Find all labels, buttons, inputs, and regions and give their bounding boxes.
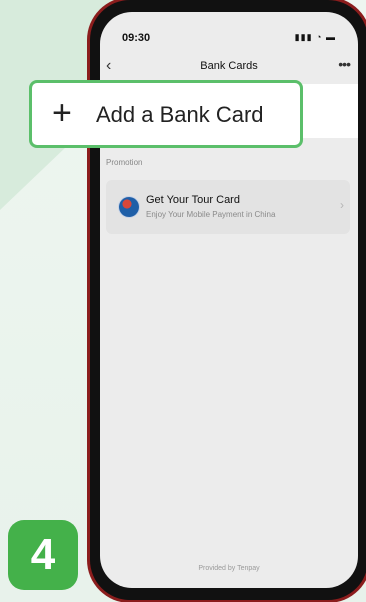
step-badge: 4 — [8, 520, 78, 590]
navigation-bar: ‹ Bank Cards ••• — [100, 56, 358, 78]
step-number: 4 — [30, 530, 56, 579]
wifi-icon: ◔ — [316, 32, 323, 42]
battery-icon: ▬ — [326, 32, 336, 42]
tour-card-icon — [119, 197, 139, 217]
status-time: 09:30 — [122, 32, 151, 44]
status-icons: ▮▮▮ ◔ ▬ — [295, 32, 336, 43]
promo-subtitle: Enjoy Your Mobile Payment in China — [146, 210, 276, 219]
promo-title: Get Your Tour Card — [146, 194, 240, 206]
signal-icon: ▮▮▮ — [294, 32, 313, 42]
page-title: Bank Cards — [200, 60, 258, 72]
tour-card-promo[interactable]: Get Your Tour Card Enjoy Your Mobile Pay… — [106, 180, 350, 234]
add-bank-card-label: Add a Bank Card — [96, 102, 264, 127]
more-icon[interactable]: ••• — [338, 56, 351, 72]
chevron-right-icon: › — [340, 198, 344, 212]
footer-text: Provided by Tenpay — [198, 565, 260, 572]
status-bar: 09:30 ▮▮▮ ◔ ▬ — [100, 12, 358, 52]
promotion-section-label: Promotion — [106, 158, 143, 167]
add-bank-card-callout[interactable]: + Add a Bank Card — [29, 80, 303, 148]
plus-icon: + — [52, 94, 72, 132]
